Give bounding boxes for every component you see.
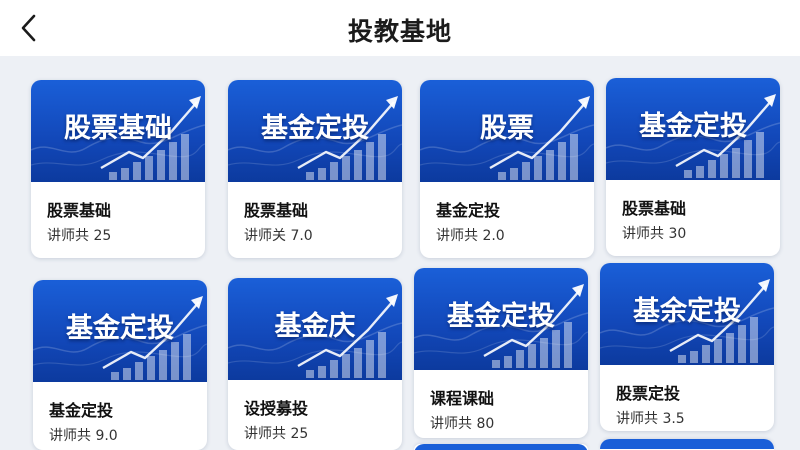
- banner-text: 基金定投: [66, 313, 174, 344]
- course-banner: 基金定投: [33, 280, 207, 382]
- course-title: 设授募投: [244, 399, 309, 418]
- course-banner: 股票基础: [31, 80, 205, 182]
- course-banner: [600, 439, 774, 449]
- course-banner: [414, 444, 588, 450]
- course-card[interactable]: 基金庆 设授募投 讲师共 25: [228, 278, 402, 450]
- course-banner: 股票: [420, 80, 594, 182]
- banner-text: 股票基础: [64, 113, 172, 144]
- course-banner: 基金庆: [228, 278, 402, 380]
- course-subtitle: 讲师共 9.0: [49, 428, 118, 444]
- course-subtitle: 讲师共 3.5: [616, 411, 685, 427]
- course-title: 股票基础: [622, 199, 687, 218]
- course-card-partial[interactable]: [414, 444, 588, 450]
- course-banner: 基金定投: [414, 268, 588, 370]
- course-banner: 基余定投: [600, 263, 774, 365]
- course-subtitle: 讲师关 7.0: [244, 228, 313, 244]
- course-banner: 基金定投: [606, 78, 780, 180]
- course-card[interactable]: 基金定投 股票基础 讲师共 30: [606, 78, 780, 256]
- banner-text: 基金定投: [447, 301, 555, 332]
- top-bar: 投教基地: [0, 0, 800, 56]
- course-subtitle: 讲师共 80: [430, 416, 495, 432]
- course-title: 基金定投: [49, 401, 114, 420]
- course-card[interactable]: 基金定投 基金定投 讲师共 9.0: [33, 280, 207, 450]
- course-title: 基金定投: [436, 201, 501, 220]
- banner-text: 股票: [480, 113, 534, 144]
- course-subtitle: 讲师共 2.0: [436, 228, 505, 244]
- course-title: 课程课础: [430, 389, 495, 408]
- banner-text: 基金庆: [274, 311, 356, 342]
- course-subtitle: 讲师共 30: [622, 226, 687, 242]
- course-title: 股票基础: [47, 201, 112, 220]
- course-card[interactable]: 股票基础 股票基础 讲师共 25: [31, 80, 205, 258]
- course-card[interactable]: 基金定投 股票基础 讲师关 7.0: [228, 80, 402, 258]
- course-banner: 基金定投: [228, 80, 402, 182]
- course-title: 股票基础: [244, 201, 309, 220]
- course-card-partial[interactable]: [600, 439, 774, 450]
- course-card[interactable]: 基金定投 课程课础 讲师共 80: [414, 268, 588, 438]
- course-subtitle: 讲师共 25: [47, 228, 112, 244]
- course-card[interactable]: 基余定投 股票定投 讲师共 3.5: [600, 263, 774, 431]
- banner-text: 基金定投: [261, 113, 369, 144]
- course-card[interactable]: 股票 基金定投 讲师共 2.0: [420, 80, 594, 258]
- course-subtitle: 讲师共 25: [244, 426, 309, 442]
- course-title: 股票定投: [616, 384, 681, 403]
- banner-text: 基金定投: [639, 111, 747, 142]
- banner-text: 基余定投: [633, 296, 741, 327]
- page-title: 投教基地: [347, 17, 452, 46]
